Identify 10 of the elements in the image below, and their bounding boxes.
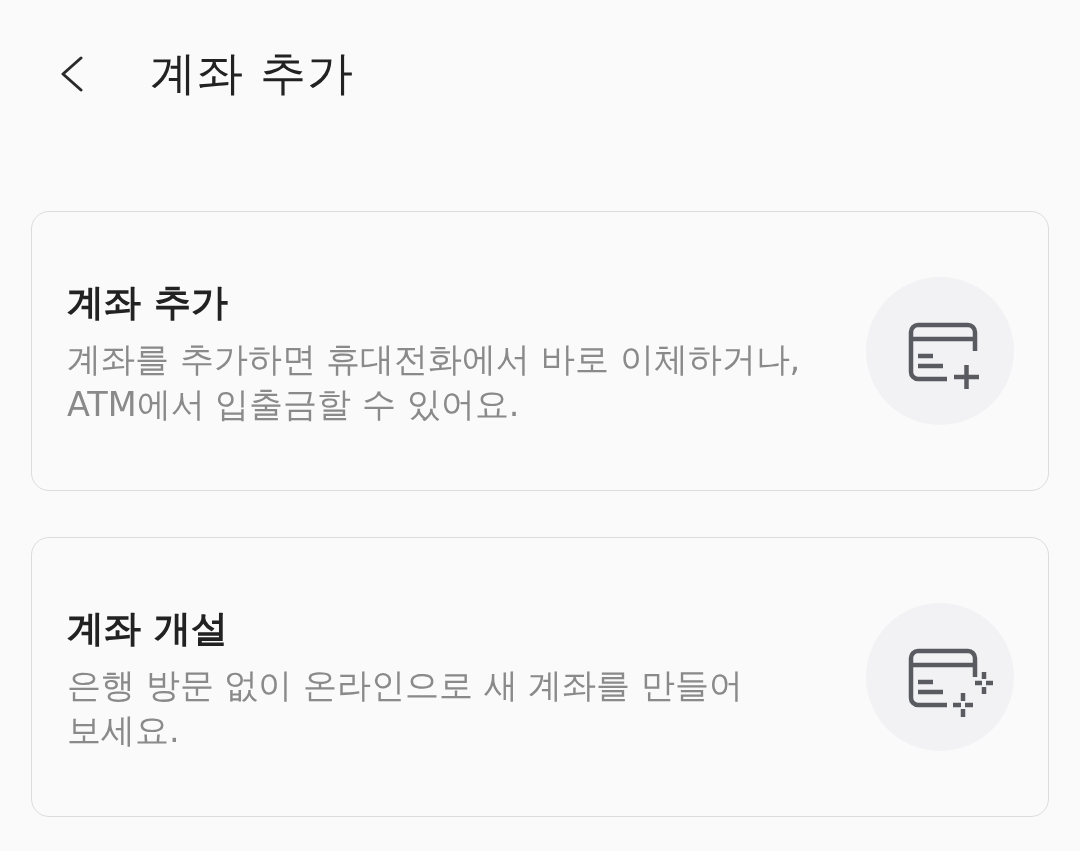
page-title: 계좌 추가 bbox=[150, 46, 354, 102]
card-sparkle-icon bbox=[866, 603, 1014, 751]
card-title: 계좌 개설 bbox=[67, 605, 229, 652]
card-plus-icon bbox=[866, 277, 1014, 425]
card-description: 계좌를 추가하면 휴대전화에서 바로 이체하거나, ATM에서 입출금할 수 있어요. bbox=[67, 339, 802, 427]
card-description: 은행 방문 없이 온라인으로 새 계좌를 만들어 보세요. bbox=[67, 665, 744, 753]
card-title: 계좌 추가 bbox=[67, 279, 229, 326]
chevron-left-icon bbox=[59, 56, 85, 92]
option-card[interactable]: 계좌 개설 은행 방문 없이 온라인으로 새 계좌를 만들어 보세요. bbox=[31, 537, 1049, 817]
option-card[interactable]: 계좌 추가 계좌를 추가하면 휴대전화에서 바로 이체하거나, ATM에서 입출금할 수 있어요. bbox=[31, 211, 1049, 491]
